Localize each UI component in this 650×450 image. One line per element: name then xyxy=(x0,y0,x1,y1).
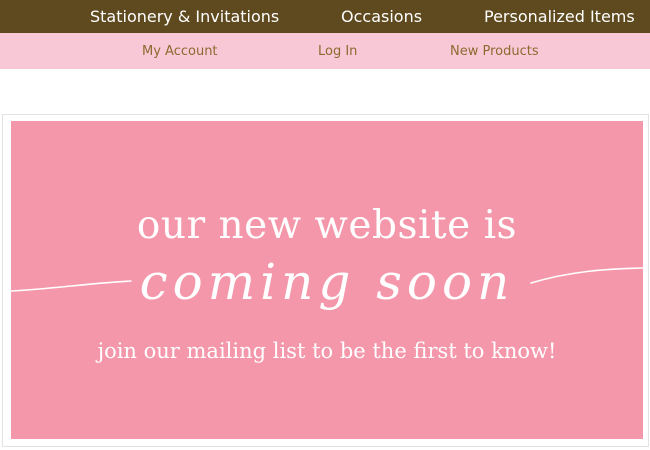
coming-soon-banner: our new website is coming soon join our … xyxy=(11,121,643,439)
banner-frame: our new website is coming soon join our … xyxy=(2,114,649,447)
main-navigation-bar: Stationery & Invitations Occasions Perso… xyxy=(0,0,650,33)
nav-stationery-invitations[interactable]: Stationery & Invitations xyxy=(90,0,279,33)
new-products-link[interactable]: New Products xyxy=(450,33,539,69)
nav-occasions[interactable]: Occasions xyxy=(341,0,422,33)
banner-tagline: join our mailing list to be the first to… xyxy=(97,339,557,363)
my-account-link[interactable]: My Account xyxy=(142,33,218,69)
banner-headline: our new website is xyxy=(136,203,518,248)
account-navigation-bar: My Account Log In New Products xyxy=(0,33,650,69)
nav-personalized-items[interactable]: Personalized Items xyxy=(484,0,635,33)
banner-script-text: coming soon xyxy=(139,253,515,311)
log-in-link[interactable]: Log In xyxy=(318,33,357,69)
